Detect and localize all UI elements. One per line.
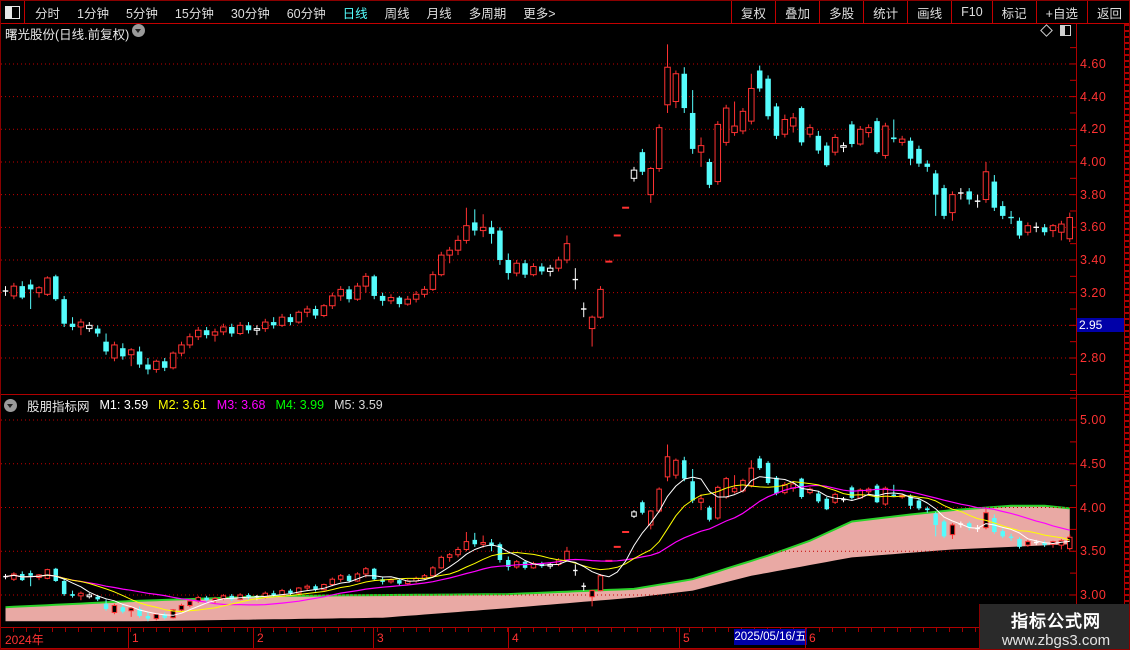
action-item-6[interactable]: F10 <box>951 1 992 23</box>
action-menu: 复权 叠加 多股 统计 画线 F10 标记 +自选 返回 <box>731 1 1129 23</box>
pane-layout-icon[interactable] <box>1060 25 1071 36</box>
price-tick-label: 4.00 <box>1080 500 1107 515</box>
month-gridline <box>805 628 806 648</box>
action-item-1[interactable]: 复权 <box>731 1 775 23</box>
price-tick-label: 3.40 <box>1080 252 1107 267</box>
main-candlestick-chart[interactable] <box>1 37 1076 391</box>
month-label-6: 6 <box>809 631 816 645</box>
watermark-title: 指标公式网 <box>1011 611 1101 631</box>
date-axis[interactable]: 2024年 2025/05/16/五 1 2 3 4 5 6 <box>1 628 1129 648</box>
month-label-1: 1 <box>132 631 139 645</box>
month-gridline <box>679 628 680 648</box>
last-price-marker: 2.95 <box>1077 318 1124 332</box>
price-tick-label: 4.00 <box>1080 154 1107 169</box>
price-tick-label: 3.20 <box>1080 285 1107 300</box>
period-item-8[interactable]: 周线 <box>385 3 410 22</box>
price-tick-label: 3.80 <box>1080 187 1107 202</box>
period-item-1[interactable]: 分时 <box>35 3 60 22</box>
fine-ruler-strip[interactable] <box>1125 24 1129 649</box>
month-label-5: 5 <box>683 631 690 645</box>
chart-title-row: 曙光股份(日线.前复权) <box>1 24 1129 42</box>
watermark-url: www.zbgs3.com <box>1001 631 1111 649</box>
action-item-5[interactable]: 画线 <box>907 1 951 23</box>
price-tick-label: 3.00 <box>1080 587 1107 602</box>
top-toolbar: 分时 1分钟 5分钟 15分钟 30分钟 60分钟 日线 周线 月线 多周期 更多> 复权 叠加 多股统… <box>1 1 1129 24</box>
period-item-7[interactable]: 日线 <box>343 3 368 22</box>
month-label-4: 4 <box>512 631 519 645</box>
price-tick-label: 3.50 <box>1080 544 1107 559</box>
month-gridline <box>373 628 374 648</box>
watermark-badge: 指标公式网 www.zbgs3.com <box>979 604 1129 649</box>
price-tick-label: 4.40 <box>1080 89 1107 104</box>
price-axis-border <box>1076 24 1077 649</box>
month-gridline <box>253 628 254 648</box>
price-tick-label: 2.80 <box>1080 351 1107 365</box>
period-item-3[interactable]: 5分钟 <box>126 3 158 22</box>
action-item-7[interactable]: 标记 <box>991 1 1036 23</box>
period-item-11[interactable]: 更多> <box>523 3 555 22</box>
month-label-3: 3 <box>377 631 384 645</box>
pane-separator <box>1 394 1129 395</box>
price-tick-label: 4.20 <box>1080 122 1107 137</box>
layout-toggle-button[interactable] <box>1 1 25 23</box>
split-view-icon <box>5 5 20 19</box>
price-tick-label: 5.00 <box>1080 413 1107 428</box>
month-gridline <box>508 628 509 648</box>
chevron-down-icon[interactable] <box>132 24 145 37</box>
action-item-8[interactable]: +自选 <box>1035 1 1087 23</box>
action-item-4[interactable]: 统计 <box>863 1 907 23</box>
period-item-4[interactable]: 15分钟 <box>175 3 214 22</box>
year-label: 2024年 <box>5 633 44 647</box>
period-item-10[interactable]: 多周期 <box>469 3 507 22</box>
period-item-2[interactable]: 1分钟 <box>77 3 109 22</box>
month-label-2: 2 <box>257 631 264 645</box>
action-item-9[interactable]: 返回 <box>1086 1 1129 23</box>
price-tick-label: 4.60 <box>1080 56 1107 71</box>
indicator-chart[interactable] <box>1 395 1076 627</box>
period-item-6[interactable]: 60分钟 <box>287 3 326 22</box>
action-item-2[interactable]: 叠加 <box>775 1 819 23</box>
diamond-icon[interactable] <box>1040 24 1053 37</box>
price-tick-label: 4.50 <box>1080 456 1107 471</box>
period-item-5[interactable]: 30分钟 <box>231 3 270 22</box>
action-item-3[interactable]: 多股 <box>819 1 863 23</box>
month-gridline <box>128 628 129 648</box>
period-menu: 分时 1分钟 5分钟 15分钟 30分钟 60分钟 日线 周线 月线 多周期 更多> <box>25 3 731 22</box>
price-tick-label: 3.60 <box>1080 220 1107 235</box>
trading-app-window: 分时 1分钟 5分钟 15分钟 30分钟 60分钟 日线 周线 月线 多周期 更多> 复权 叠加 多股统… <box>0 0 1130 650</box>
period-item-9[interactable]: 月线 <box>427 3 452 22</box>
highlighted-date: 2025/05/16/五 <box>734 629 807 645</box>
